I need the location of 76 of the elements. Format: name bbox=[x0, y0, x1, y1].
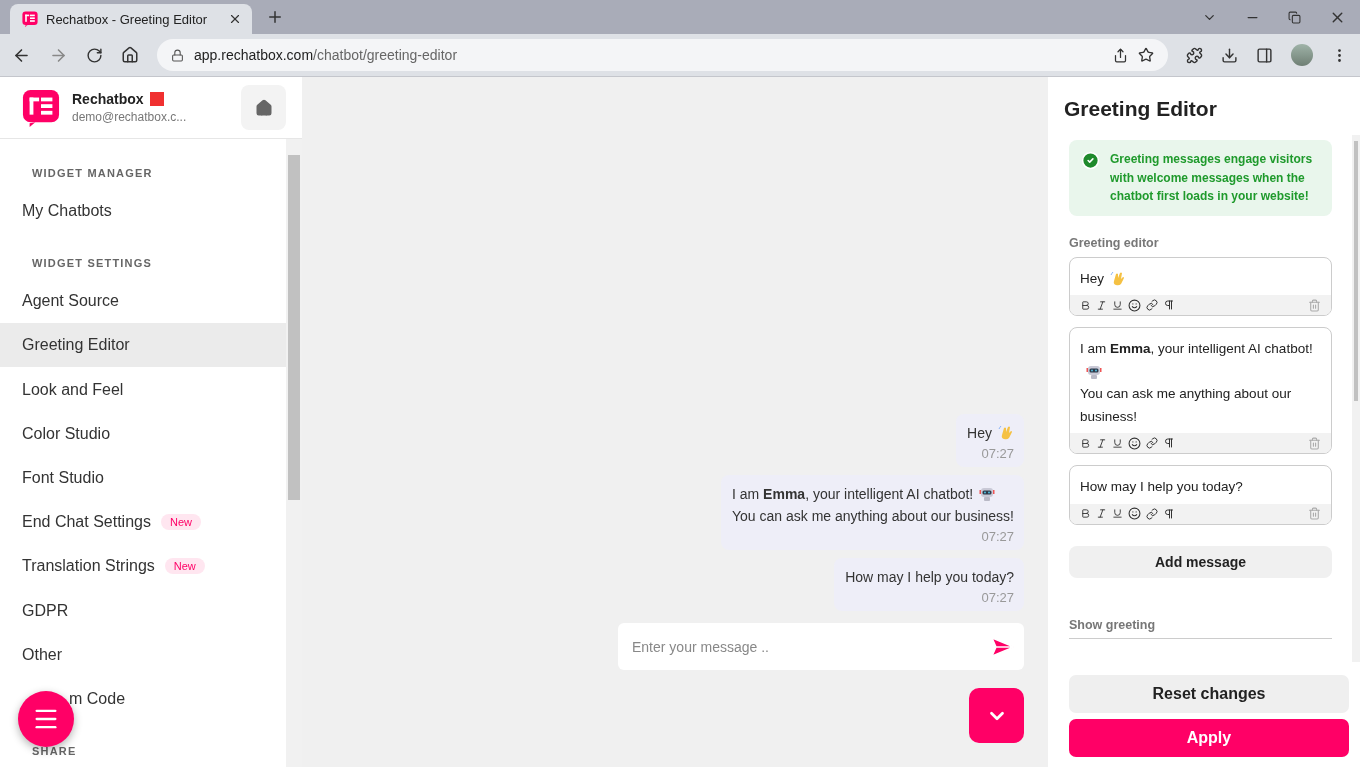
message-text: I am Emma, your intelligent AI chatbot! bbox=[732, 485, 974, 503]
message-editor[interactable]: I am Emma, your intelligent AI chatbot! You can ask me anything about our business! bbox=[1069, 327, 1332, 454]
message-time: 07:27 bbox=[981, 446, 1014, 461]
new-badge: New bbox=[164, 558, 205, 575]
pilcrow-icon[interactable] bbox=[1163, 507, 1175, 520]
link-icon[interactable] bbox=[1146, 507, 1158, 520]
logo-icon bbox=[22, 11, 38, 27]
side-panel-icon[interactable] bbox=[1256, 46, 1273, 64]
smiley-icon[interactable] bbox=[1128, 507, 1141, 520]
home-button[interactable] bbox=[241, 85, 286, 130]
editor-text: You can ask me anything about our business! bbox=[1080, 386, 1292, 424]
underline-icon[interactable] bbox=[1112, 299, 1123, 311]
waving-hand-icon bbox=[1110, 270, 1126, 287]
waving-hand-icon bbox=[998, 425, 1014, 441]
restore-icon[interactable] bbox=[1288, 10, 1301, 24]
smiley-icon[interactable] bbox=[1128, 436, 1141, 450]
bold-icon[interactable] bbox=[1080, 508, 1091, 519]
section-heading: WIDGET MANAGER bbox=[31, 166, 154, 181]
add-message-button[interactable]: Add message bbox=[1069, 545, 1332, 578]
italic-icon[interactable] bbox=[1096, 508, 1107, 519]
message-editor[interactable]: How may I help you today? bbox=[1069, 465, 1332, 525]
new-badge: New bbox=[160, 514, 201, 531]
profile-avatar[interactable] bbox=[1291, 44, 1313, 66]
editor-text: I am Emma, your intelligent AI chatbot! bbox=[1080, 341, 1313, 356]
puzzle-icon[interactable] bbox=[1186, 46, 1203, 64]
info-text: Greeting messages engage visitors with welcome messages when the chatbot first loads in your website! bbox=[1110, 151, 1314, 205]
section-heading: SHARE bbox=[31, 744, 78, 760]
smiley-icon[interactable] bbox=[1128, 298, 1141, 312]
editor-text: How may I help you today? bbox=[1080, 479, 1243, 494]
field-label: Show greeting bbox=[1069, 617, 1332, 639]
new-tab-icon[interactable] bbox=[266, 8, 284, 26]
scrollbar[interactable] bbox=[286, 139, 302, 767]
message-field[interactable]: Enter your message .. bbox=[618, 623, 1024, 670]
underline-icon[interactable] bbox=[1112, 508, 1123, 519]
reset-button[interactable]: Reset changes bbox=[1069, 675, 1349, 713]
pilcrow-icon[interactable] bbox=[1163, 437, 1175, 449]
status-square-icon bbox=[149, 92, 164, 106]
message-time: 07:27 bbox=[981, 590, 1014, 605]
lock-icon bbox=[171, 48, 184, 62]
pilcrow-icon[interactable] bbox=[1163, 299, 1175, 311]
apply-button[interactable]: Apply bbox=[1069, 719, 1349, 757]
address-bar[interactable]: app.rechatbox.com/chatbot/greeting-editor bbox=[157, 39, 1168, 71]
message-time: 07:27 bbox=[981, 529, 1014, 544]
message-input[interactable]: Enter your message .. bbox=[630, 637, 992, 656]
panel-title: Greeting Editor bbox=[1063, 96, 1218, 122]
home-icon bbox=[254, 98, 273, 117]
nav-item[interactable]: Greeting Editor bbox=[0, 323, 286, 368]
link-icon[interactable] bbox=[1146, 299, 1158, 311]
share-icon[interactable] bbox=[1113, 47, 1128, 63]
message-text: Hey bbox=[967, 424, 992, 442]
robot-icon bbox=[979, 486, 996, 502]
bold-icon[interactable] bbox=[1080, 437, 1091, 449]
italic-icon[interactable] bbox=[1096, 437, 1107, 449]
bold-icon[interactable] bbox=[1080, 299, 1091, 311]
robot-icon bbox=[1086, 363, 1102, 380]
section-heading: WIDGET SETTINGS bbox=[31, 256, 154, 272]
underline-icon[interactable] bbox=[1112, 437, 1123, 449]
italic-icon[interactable] bbox=[1096, 299, 1107, 311]
browser-tab[interactable]: Rechatbox - Greeting Editor bbox=[10, 4, 252, 34]
collapse-button[interactable] bbox=[969, 688, 1024, 743]
download-icon[interactable] bbox=[1221, 46, 1238, 64]
link-icon[interactable] bbox=[1146, 437, 1158, 449]
message-editor[interactable]: Hey bbox=[1069, 256, 1332, 316]
close-icon[interactable] bbox=[228, 12, 242, 26]
message-text: How may I help you today? bbox=[845, 568, 1014, 586]
message-text: You can ask me anything about our business! bbox=[732, 507, 1014, 525]
home-icon[interactable] bbox=[121, 46, 139, 64]
check-circle-icon bbox=[1081, 151, 1100, 170]
star-icon[interactable] bbox=[1138, 47, 1154, 63]
editor-text: Hey bbox=[1080, 270, 1104, 286]
brand-name: Rechatbox bbox=[72, 91, 144, 107]
field-label: Greeting editor bbox=[1069, 235, 1160, 250]
logo-icon bbox=[22, 88, 60, 127]
scrollbar[interactable] bbox=[1352, 135, 1360, 662]
reload-icon[interactable] bbox=[86, 46, 103, 64]
account-email: demo@rechatbox.c... bbox=[72, 110, 188, 124]
